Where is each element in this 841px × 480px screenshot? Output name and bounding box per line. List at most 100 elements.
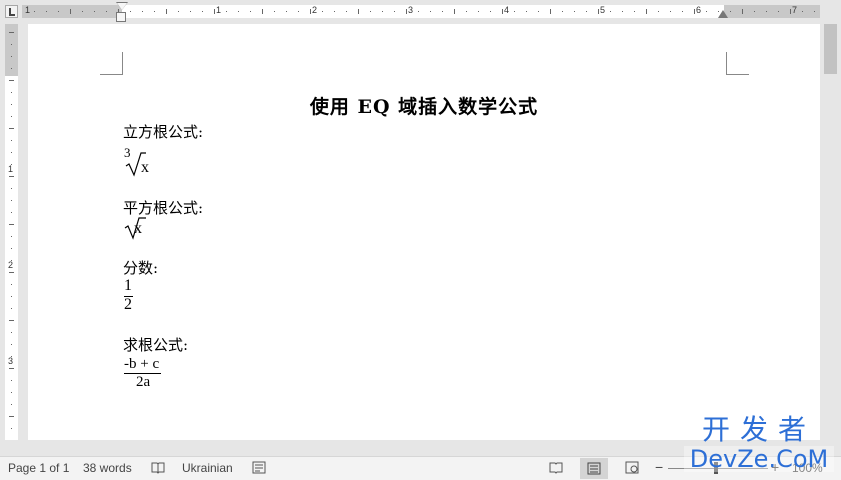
ruler-tick xyxy=(418,11,419,12)
ruler-tick xyxy=(478,11,479,12)
proofing-book-icon[interactable] xyxy=(151,461,165,474)
language-indicator[interactable]: Ukrainian xyxy=(182,461,233,475)
radicand: x xyxy=(134,220,142,237)
vertical-ruler[interactable]: 1 2 3 xyxy=(5,24,18,440)
numerator: 1 xyxy=(124,277,132,294)
ruler-tick xyxy=(694,9,695,14)
cube-root-label[interactable]: 立方根公式: xyxy=(123,121,203,142)
right-margin-area xyxy=(724,5,820,18)
ruler-tick xyxy=(34,11,35,12)
ruler-tick xyxy=(382,11,383,12)
ruler-tick xyxy=(226,11,227,12)
ruler-tick xyxy=(166,9,167,14)
ruler-tick xyxy=(11,200,12,201)
ruler-tick xyxy=(11,380,12,381)
ruler-tick xyxy=(9,272,14,273)
ruler-tick xyxy=(94,11,95,12)
ruler-tick xyxy=(790,9,791,14)
ruler-tick xyxy=(46,11,47,12)
macro-recording-icon[interactable] xyxy=(252,461,266,474)
right-indent-marker[interactable] xyxy=(718,10,728,18)
ruler-tick xyxy=(11,248,12,249)
ruler-tick xyxy=(11,152,12,153)
ruler-tick xyxy=(9,368,14,369)
ruler-tick xyxy=(442,11,443,12)
ruler-tick xyxy=(11,56,12,57)
ruler-tick xyxy=(82,11,83,12)
fraction-label[interactable]: 分数: xyxy=(123,257,158,278)
ruler-tick xyxy=(9,416,14,417)
ruler-number: 2 xyxy=(312,5,318,15)
ruler-tick xyxy=(490,11,491,12)
vertical-scrollbar[interactable] xyxy=(820,24,841,440)
ruler-number: 5 xyxy=(600,5,606,15)
ruler-tick xyxy=(682,11,683,12)
ruler-tick xyxy=(610,11,611,12)
ruler-tick xyxy=(11,92,12,93)
ruler-tick xyxy=(142,11,143,12)
ruler-tick xyxy=(11,188,12,189)
ruler-tick xyxy=(298,11,299,12)
ruler-tick xyxy=(766,11,767,12)
ruler-tick xyxy=(466,11,467,12)
read-mode-icon[interactable] xyxy=(549,461,563,474)
square-root-label[interactable]: 平方根公式: xyxy=(123,197,203,218)
ruler-track[interactable]: 1 1 2 3 4 5 6 7 xyxy=(22,5,820,18)
root-formula-label[interactable]: 求根公式: xyxy=(123,334,188,355)
ruler-tick xyxy=(286,11,287,12)
watermark-chinese-text: 开发者 xyxy=(701,413,816,446)
ruler-tick xyxy=(646,9,647,14)
vertical-ruler-number: 2 xyxy=(8,260,14,270)
ruler-tick xyxy=(550,9,551,14)
scrollbar-thumb[interactable] xyxy=(824,24,837,74)
web-layout-icon[interactable] xyxy=(625,461,639,474)
ruler-number: 4 xyxy=(504,5,510,15)
ruler-tick xyxy=(11,116,12,117)
ruler-tick xyxy=(11,308,12,309)
ruler-tick xyxy=(11,332,12,333)
numerator: -b + c xyxy=(124,356,160,372)
print-layout-button[interactable] xyxy=(580,458,608,479)
tab-selector-button[interactable] xyxy=(5,5,18,18)
watermark-english-text: DevZe.CoM xyxy=(684,446,834,472)
zoom-out-icon[interactable]: − xyxy=(655,459,663,475)
ruler-tick xyxy=(11,44,12,45)
ruler-tick xyxy=(11,104,12,105)
ruler-tick xyxy=(9,176,14,177)
ruler-tick xyxy=(262,9,263,14)
ruler-tick xyxy=(178,11,179,12)
ruler-tick xyxy=(9,320,14,321)
ruler-number: 7 xyxy=(792,5,798,15)
site-watermark: 开发者 DevZe.CoM xyxy=(684,414,834,476)
ruler-number: 1 xyxy=(25,5,31,15)
denominator: 2 xyxy=(124,296,132,313)
ruler-number: 1 xyxy=(216,5,222,15)
ruler-tick xyxy=(310,9,311,14)
vertical-ruler-number: 1 xyxy=(8,164,14,174)
denominator: 2a xyxy=(136,374,151,390)
ruler-tick xyxy=(11,344,12,345)
ruler-tick xyxy=(802,11,803,12)
ruler-tick xyxy=(9,224,14,225)
ruler-tick xyxy=(454,9,455,14)
ruler-tick xyxy=(526,11,527,12)
ruler-tick xyxy=(778,11,779,12)
left-indent-marker[interactable] xyxy=(116,12,126,22)
ruler-tick xyxy=(622,11,623,12)
ruler-tick xyxy=(406,9,407,14)
page-count[interactable]: Page 1 of 1 xyxy=(8,461,69,475)
ruler-tick xyxy=(538,11,539,12)
ruler-tick xyxy=(11,140,12,141)
ruler-tick xyxy=(11,392,12,393)
ruler-number: 6 xyxy=(696,5,702,15)
first-line-indent-marker-fill xyxy=(117,3,127,10)
ruler-tick xyxy=(11,236,12,237)
ruler-tick xyxy=(574,11,575,12)
horizontal-ruler[interactable]: 1 1 2 3 4 5 6 7 xyxy=(0,0,841,24)
document-page[interactable]: 使用 EQ 域插入数学公式 立方根公式: 3 x 平方根公式: x 分数: 1 … xyxy=(28,24,820,440)
ruler-tick xyxy=(742,9,743,14)
ruler-tick xyxy=(11,284,12,285)
word-count[interactable]: 38 words xyxy=(83,461,132,475)
ruler-tick xyxy=(358,9,359,14)
document-title[interactable]: 使用 EQ 域插入数学公式 xyxy=(28,92,820,119)
